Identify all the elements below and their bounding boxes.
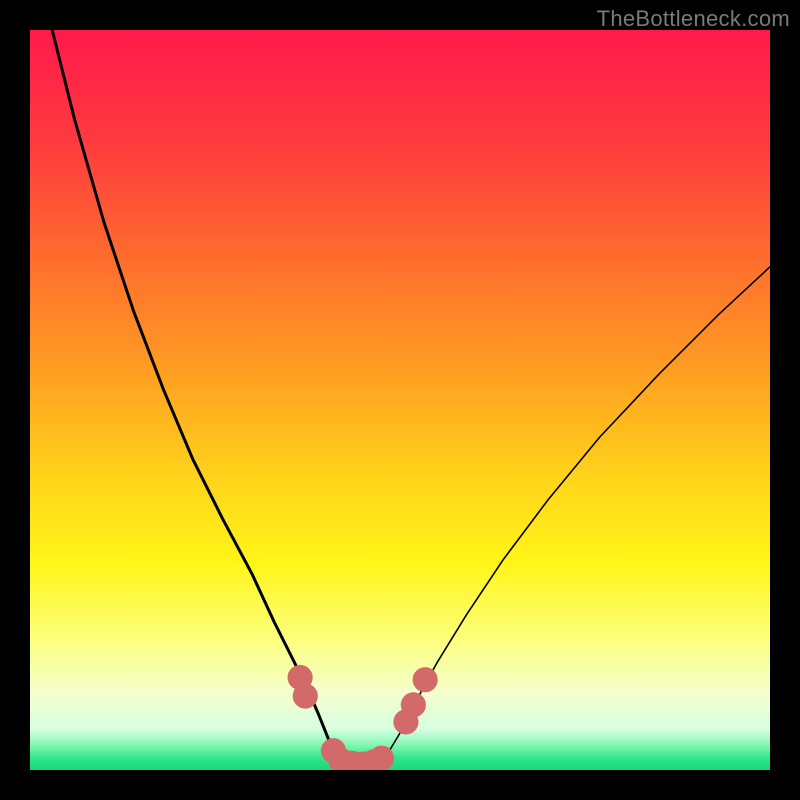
curve-right-branch	[382, 267, 771, 761]
watermark-text: TheBottleneck.com	[597, 6, 790, 32]
curve-markers	[288, 665, 438, 770]
data-marker	[401, 692, 426, 717]
data-marker	[413, 667, 438, 692]
data-marker	[293, 683, 318, 708]
curve-series	[52, 30, 770, 760]
data-marker	[369, 746, 394, 770]
curve-layer	[30, 30, 770, 770]
chart-frame: TheBottleneck.com	[0, 0, 800, 800]
curve-left-branch	[52, 30, 339, 760]
plot-area	[30, 30, 770, 770]
